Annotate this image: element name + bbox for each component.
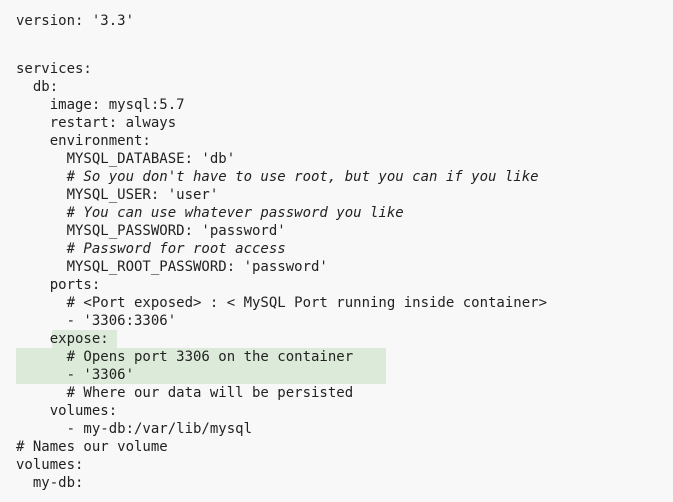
volume-mapping-line: - my-db:/var/lib/mysql — [16, 421, 253, 437]
mysql-database-line: MYSQL_DATABASE: 'db' — [16, 151, 236, 167]
expose-port-line: - '3306' — [16, 367, 135, 383]
mysql-password-line: MYSQL_PASSWORD: 'password' — [16, 223, 286, 239]
volumes-root-line: volumes: — [16, 457, 84, 473]
services-line: services: — [16, 61, 92, 77]
code-block: version: '3.3' services: db: image: mysq… — [0, 0, 673, 502]
mysql-user-line: MYSQL_USER: 'user' — [16, 187, 219, 203]
ports-line: ports: — [16, 277, 101, 293]
image-line: image: mysql:5.7 — [16, 97, 185, 113]
comment-line: # Where our data will be persisted — [16, 385, 354, 401]
comment-line: # You can use whatever password you like — [16, 205, 404, 221]
comment-line: # <Port exposed> : < MySQL Port running … — [16, 295, 548, 311]
expose-line: expose: — [16, 331, 109, 347]
environment-line: environment: — [16, 133, 151, 149]
volume-name-line: my-db: — [16, 475, 84, 491]
mysql-root-password-line: MYSQL_ROOT_PASSWORD: 'password' — [16, 259, 328, 275]
comment-line: # Password for root access — [16, 241, 286, 257]
comment-line: # Names our volume — [16, 439, 168, 455]
comment-line: # So you don't have to use root, but you… — [16, 169, 539, 185]
restart-line: restart: always — [16, 115, 177, 131]
ports-mapping-line: - '3306:3306' — [16, 313, 177, 329]
db-line: db: — [16, 79, 59, 95]
volumes-line: volumes: — [16, 403, 118, 419]
comment-line: # Opens port 3306 on the container — [16, 349, 354, 365]
version-line: version: '3.3' — [16, 13, 135, 29]
